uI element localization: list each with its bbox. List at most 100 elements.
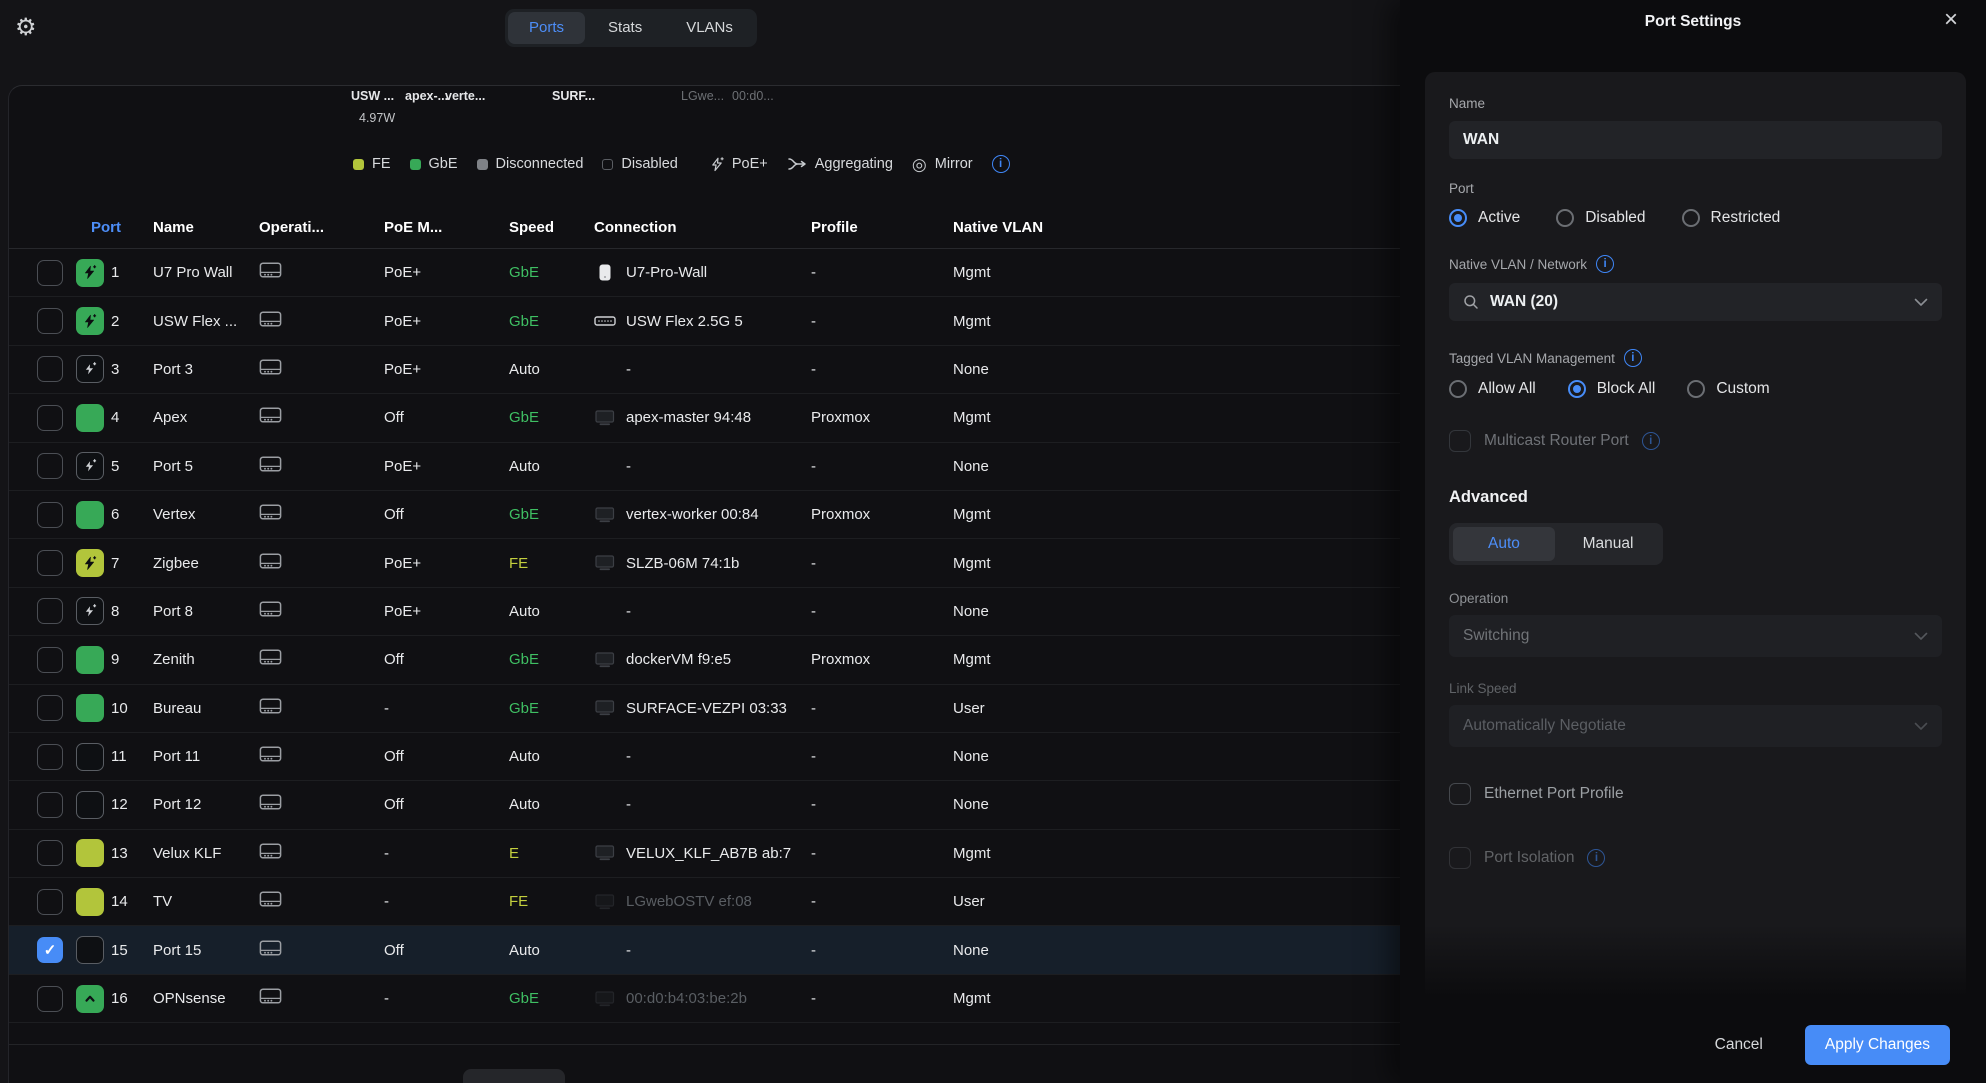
column-header-poe-mode[interactable]: PoE M... (384, 219, 509, 236)
row-checkbox[interactable] (37, 598, 63, 624)
gbe-swatch (410, 159, 421, 170)
table-row[interactable]: 5 Port 5 PoE+ Auto - - None (9, 443, 1400, 491)
connection: apex-master 94:48 (626, 409, 751, 426)
table-row[interactable]: 4 Apex Off GbE apex-master 94:48 Proxmox… (9, 394, 1400, 442)
port-number: 13 (111, 845, 153, 862)
table-row[interactable]: 16 OPNsense - GbE 00:d0:b4:03:be:2b - Mg… (9, 975, 1400, 1023)
chevron-down-icon (1914, 722, 1928, 731)
profile: - (811, 313, 953, 330)
native-vlan: None (953, 748, 1400, 765)
radio-custom[interactable]: Custom (1687, 380, 1769, 398)
row-checkbox[interactable] (37, 889, 63, 915)
radio-restricted[interactable]: Restricted (1682, 209, 1781, 227)
column-header-native-vlan[interactable]: Native VLAN (953, 219, 1400, 236)
cancel-button[interactable]: Cancel (1715, 1036, 1763, 1054)
native-vlan: None (953, 796, 1400, 813)
row-checkbox[interactable] (37, 502, 63, 528)
close-icon[interactable]: × (1944, 6, 1958, 34)
connection: - (626, 748, 631, 765)
info-icon[interactable]: i (1596, 255, 1614, 273)
connection-device-icon (594, 845, 616, 861)
port-name: Port 11 (153, 748, 259, 765)
table-row[interactable]: 8 Port 8 PoE+ Auto - - None (9, 588, 1400, 636)
poe-mode: PoE+ (384, 603, 509, 620)
table-row[interactable]: 7 Zigbee PoE+ FE SLZB-06M 74:1b - Mgmt (9, 539, 1400, 587)
port-status-icon (76, 597, 104, 625)
row-checkbox[interactable] (37, 647, 63, 673)
legend-info-icon[interactable]: i (992, 155, 1010, 173)
row-checkbox[interactable] (37, 356, 63, 382)
multicast-router-port-label: Multicast Router Port (1484, 432, 1629, 450)
table-row[interactable]: 3 Port 3 PoE+ Auto - - None (9, 346, 1400, 394)
table-row[interactable]: 6 Vertex Off GbE vertex-worker 00:84 Pro… (9, 491, 1400, 539)
column-header-profile[interactable]: Profile (811, 219, 953, 236)
link-speed-select[interactable]: Automatically Negotiate (1449, 705, 1942, 747)
radio-block-all[interactable]: Block All (1568, 380, 1656, 398)
info-icon[interactable]: i (1624, 349, 1642, 367)
mode-auto-button[interactable]: Auto (1453, 527, 1555, 561)
info-icon[interactable]: i (1587, 849, 1605, 867)
column-header-port[interactable]: Port (91, 219, 153, 236)
row-checkbox[interactable] (37, 260, 63, 286)
drawer-footer: Cancel Apply Changes (1400, 1007, 1986, 1083)
port-status-icon (76, 743, 104, 771)
row-checkbox[interactable] (37, 453, 63, 479)
operation-select[interactable]: Switching (1449, 615, 1942, 657)
tab-stats[interactable]: Stats (587, 12, 663, 44)
radio-allow-all[interactable]: Allow All (1449, 380, 1536, 398)
connection-device-icon (594, 555, 616, 571)
profile: - (811, 748, 953, 765)
radio-active[interactable]: Active (1449, 209, 1520, 227)
table-row[interactable]: 12 Port 12 Off Auto - - None (9, 781, 1400, 829)
table-row[interactable]: 9 Zenith Off GbE dockerVM f9:e5 Proxmox … (9, 636, 1400, 684)
name-input[interactable] (1449, 121, 1942, 159)
row-checkbox[interactable] (37, 744, 63, 770)
radio-icon (1556, 209, 1574, 227)
mode-manual-button[interactable]: Manual (1557, 527, 1659, 561)
table-row[interactable]: 14 TV - FE LGwebOSTV ef:08 - User (9, 878, 1400, 926)
ethernet-port-profile-checkbox-row[interactable]: Ethernet Port Profile (1449, 783, 1942, 805)
row-checkbox[interactable] (37, 695, 63, 721)
settings-gear-icon[interactable]: ⚙ (15, 13, 37, 42)
port-status-icon (76, 549, 104, 577)
row-checkbox[interactable] (37, 986, 63, 1012)
row-checkbox[interactable] (37, 550, 63, 576)
speed: E (509, 845, 594, 862)
tab-ports[interactable]: Ports (508, 12, 585, 44)
table-row[interactable]: 13 Velux KLF - E VELUX_KLF_AB7B ab:7 - M… (9, 830, 1400, 878)
row-checkbox[interactable] (37, 840, 63, 866)
native-vlan-dropdown[interactable]: WAN (20) (1449, 283, 1942, 321)
table-row[interactable]: 11 Port 11 Off Auto - - None (9, 733, 1400, 781)
ethernet-port-profile-label: Ethernet Port Profile (1484, 785, 1624, 803)
column-header-connection[interactable]: Connection (594, 219, 811, 236)
table-row[interactable]: 10 Bureau - GbE SURFACE-VEZPI 03:33 - Us… (9, 685, 1400, 733)
operation-switch-icon (259, 988, 282, 1005)
table-row[interactable]: 2 USW Flex ... PoE+ GbE USW Flex 2.5G 5 … (9, 297, 1400, 345)
column-header-operation[interactable]: Operati... (259, 219, 384, 236)
radio-icon (1568, 380, 1586, 398)
profile: - (811, 458, 953, 475)
legend-gbe-label: GbE (429, 156, 458, 172)
tab-vlans[interactable]: VLANs (665, 12, 754, 44)
row-checkbox[interactable] (37, 792, 63, 818)
row-checkbox[interactable] (37, 937, 63, 963)
port-isolation-checkbox-row[interactable]: Port Isolation i (1449, 847, 1942, 869)
row-checkbox[interactable] (37, 405, 63, 431)
row-checkbox[interactable] (37, 308, 63, 334)
native-vlan: Mgmt (953, 555, 1400, 572)
table-row[interactable]: 15 Port 15 Off Auto - - None (9, 926, 1400, 974)
native-vlan: None (953, 603, 1400, 620)
multicast-router-port-checkbox-row[interactable]: Multicast Router Port i (1449, 430, 1942, 452)
table-row[interactable]: 1 U7 Pro Wall PoE+ GbE U7-Pro-Wall - Mgm… (9, 249, 1400, 297)
column-header-name[interactable]: Name (153, 219, 259, 236)
radio-disabled[interactable]: Disabled (1556, 209, 1645, 227)
column-header-speed[interactable]: Speed (509, 219, 594, 236)
port-map-label: USW ... (351, 89, 394, 103)
port-number: 5 (111, 458, 153, 475)
apply-changes-button[interactable]: Apply Changes (1805, 1025, 1950, 1065)
pagination-button-partial[interactable] (463, 1069, 565, 1083)
poe-mode: PoE+ (384, 264, 509, 281)
port-name: Port 8 (153, 603, 259, 620)
info-icon[interactable]: i (1642, 432, 1660, 450)
profile: - (811, 990, 953, 1007)
